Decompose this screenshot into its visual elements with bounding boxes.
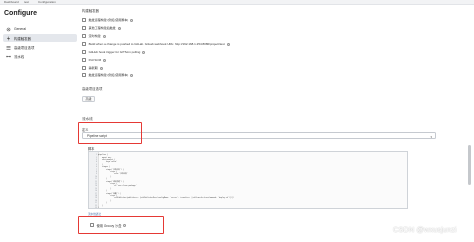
- checkbox[interactable]: [82, 18, 86, 22]
- sidebar-item-triggers[interactable]: 构建触发器: [3, 34, 77, 42]
- line-number: 23: [94, 206, 97, 209]
- script-editor[interactable]: 1 pipeline {2 agent any 3 environment {4 k…: [88, 151, 408, 209]
- trigger-option[interactable]: GitHub hook trigger for GITScm polling ?: [82, 49, 146, 55]
- option-label: 触发远程构建 (例如,使用脚本): [88, 73, 129, 77]
- section-header-triggers: 构建触发器: [82, 9, 99, 13]
- checkbox[interactable]: [82, 66, 86, 70]
- checkbox[interactable]: [82, 42, 86, 46]
- help-icon[interactable]: ?: [117, 26, 121, 30]
- pipeline-icon: [6, 54, 11, 59]
- sidebar-item-label: General: [14, 27, 27, 31]
- checkbox[interactable]: [82, 50, 86, 54]
- breadcrumb-configuration[interactable]: Configuration: [38, 0, 56, 4]
- highlight-box: [78, 216, 164, 234]
- sidebar-item-advanced[interactable]: 高级项目选项: [3, 43, 77, 51]
- option-label: Poll SCM: [88, 58, 102, 62]
- option-label: 触发远程构建 (例如,使用脚本): [88, 18, 129, 22]
- watermark: CSDN @wxusjunzi: [393, 225, 457, 234]
- trigger-option[interactable]: Poll SCM ?: [82, 57, 107, 63]
- option-label: Build when a change is pushed to GitLab.…: [88, 42, 225, 46]
- checkbox[interactable]: [82, 34, 86, 38]
- bolt-icon: [6, 35, 11, 41]
- sidebar-item-label: 高级项目选项: [14, 45, 35, 50]
- sidebar-item-general[interactable]: General: [3, 25, 77, 33]
- help-icon[interactable]: ?: [103, 58, 107, 62]
- code-text: sshPublisher(publishers: [sshPublisherDe…: [98, 197, 235, 200]
- trigger-option[interactable]: 静默期 ?: [82, 65, 103, 71]
- breadcrumb-project[interactable]: test: [24, 0, 29, 4]
- option-label: 定时构建: [88, 34, 101, 38]
- trigger-option[interactable]: 定时构建 ?: [82, 33, 106, 39]
- help-icon[interactable]: ?: [130, 73, 134, 77]
- help-icon[interactable]: ?: [226, 42, 230, 46]
- settings-icon: [6, 45, 11, 50]
- page-title: Configure: [4, 10, 38, 17]
- code-line: 23}: [89, 206, 100, 209]
- chevron-down-icon: ▾: [430, 134, 432, 139]
- option-label: 其他工程构建后触发: [88, 26, 116, 30]
- sidebar-item-pipeline[interactable]: 流水线: [3, 52, 77, 60]
- option-label: GitHub hook trigger for GITScm polling: [88, 50, 141, 54]
- section-header-advanced: 高级项目选项: [82, 87, 103, 91]
- advanced-button[interactable]: 高级: [82, 96, 95, 102]
- code-text: }: [98, 206, 100, 209]
- trigger-option[interactable]: 触发远程构建 (例如,使用脚本) ?: [82, 17, 134, 23]
- trigger-option[interactable]: 其他工程构建后触发 ?: [82, 25, 121, 31]
- trigger-option[interactable]: 触发远程构建 (例如,使用脚本) ?: [82, 72, 134, 78]
- checkbox[interactable]: [82, 26, 86, 30]
- option-label: 静默期: [88, 66, 98, 70]
- scrollbar[interactable]: [468, 145, 471, 185]
- sidebar-item-label: 流水线: [14, 54, 25, 59]
- checkbox[interactable]: [82, 58, 86, 62]
- sidebar-item-label: 构建触发器: [14, 36, 31, 41]
- trigger-option[interactable]: Build when a change is pushed to GitLab.…: [82, 41, 230, 47]
- breadcrumb-dashboard[interactable]: Dashboard: [4, 0, 19, 4]
- help-icon[interactable]: ?: [130, 18, 134, 22]
- highlight-box: [78, 122, 142, 144]
- help-icon[interactable]: ?: [142, 50, 146, 54]
- gear-icon: [6, 27, 11, 32]
- help-icon[interactable]: ?: [102, 34, 106, 38]
- checkbox[interactable]: [82, 73, 86, 77]
- help-icon[interactable]: ?: [99, 66, 103, 70]
